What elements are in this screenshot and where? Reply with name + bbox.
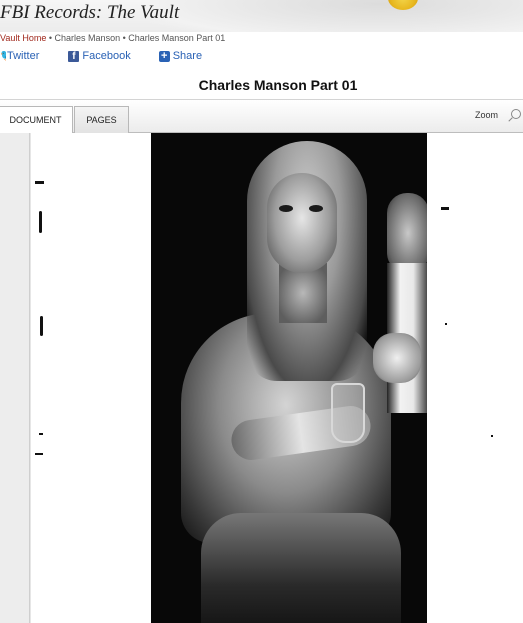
site-title[interactable]: FBI Records: The Vault (0, 2, 179, 24)
site-banner: FBI Records: The Vault (0, 0, 523, 32)
breadcrumb: Vault Home • Charles Manson • Charles Ma… (0, 33, 225, 43)
facebook-icon: f (68, 50, 80, 62)
viewer-left-gutter (0, 133, 30, 623)
document-title: Charles Manson Part 01 (198, 77, 358, 93)
twitter-icon: 🐦 (0, 51, 6, 62)
share-icon: + (158, 50, 170, 62)
breadcrumb-item-charles-manson[interactable]: Charles Manson (55, 33, 121, 43)
document-viewer[interactable] (0, 133, 523, 623)
share-label: Share (172, 50, 203, 62)
viewer-toolbar: DOCUMENT PAGES Zoom (0, 99, 523, 135)
share-bar: 🐦 Twitter f Facebook + Share (0, 50, 202, 62)
document-page (31, 133, 523, 623)
twitter-share-link[interactable]: 🐦 Twitter (0, 50, 39, 62)
facebook-share-link[interactable]: f Facebook (68, 50, 131, 62)
photo-second-figure-hand (373, 333, 421, 383)
banner-map-graphic (150, 0, 523, 32)
breadcrumb-home-link[interactable]: Vault Home (0, 33, 46, 43)
document-photo (151, 133, 427, 623)
breadcrumb-separator: • (122, 33, 126, 43)
photo-glass (331, 383, 365, 443)
photo-second-figure-face (387, 193, 427, 273)
tab-pages[interactable]: PAGES (74, 106, 129, 134)
breadcrumb-current: Charles Manson Part 01 (128, 33, 226, 43)
facebook-label: Facebook (82, 50, 131, 62)
zoom-label: Zoom (474, 110, 498, 120)
tab-document[interactable]: DOCUMENT (0, 106, 73, 135)
photo-figure-skirt (201, 513, 401, 623)
zoom-icon[interactable] (511, 109, 521, 119)
share-link[interactable]: + Share (158, 50, 203, 62)
twitter-label: Twitter (7, 50, 40, 62)
photo-figure-face (267, 173, 337, 273)
breadcrumb-separator: • (48, 33, 53, 43)
